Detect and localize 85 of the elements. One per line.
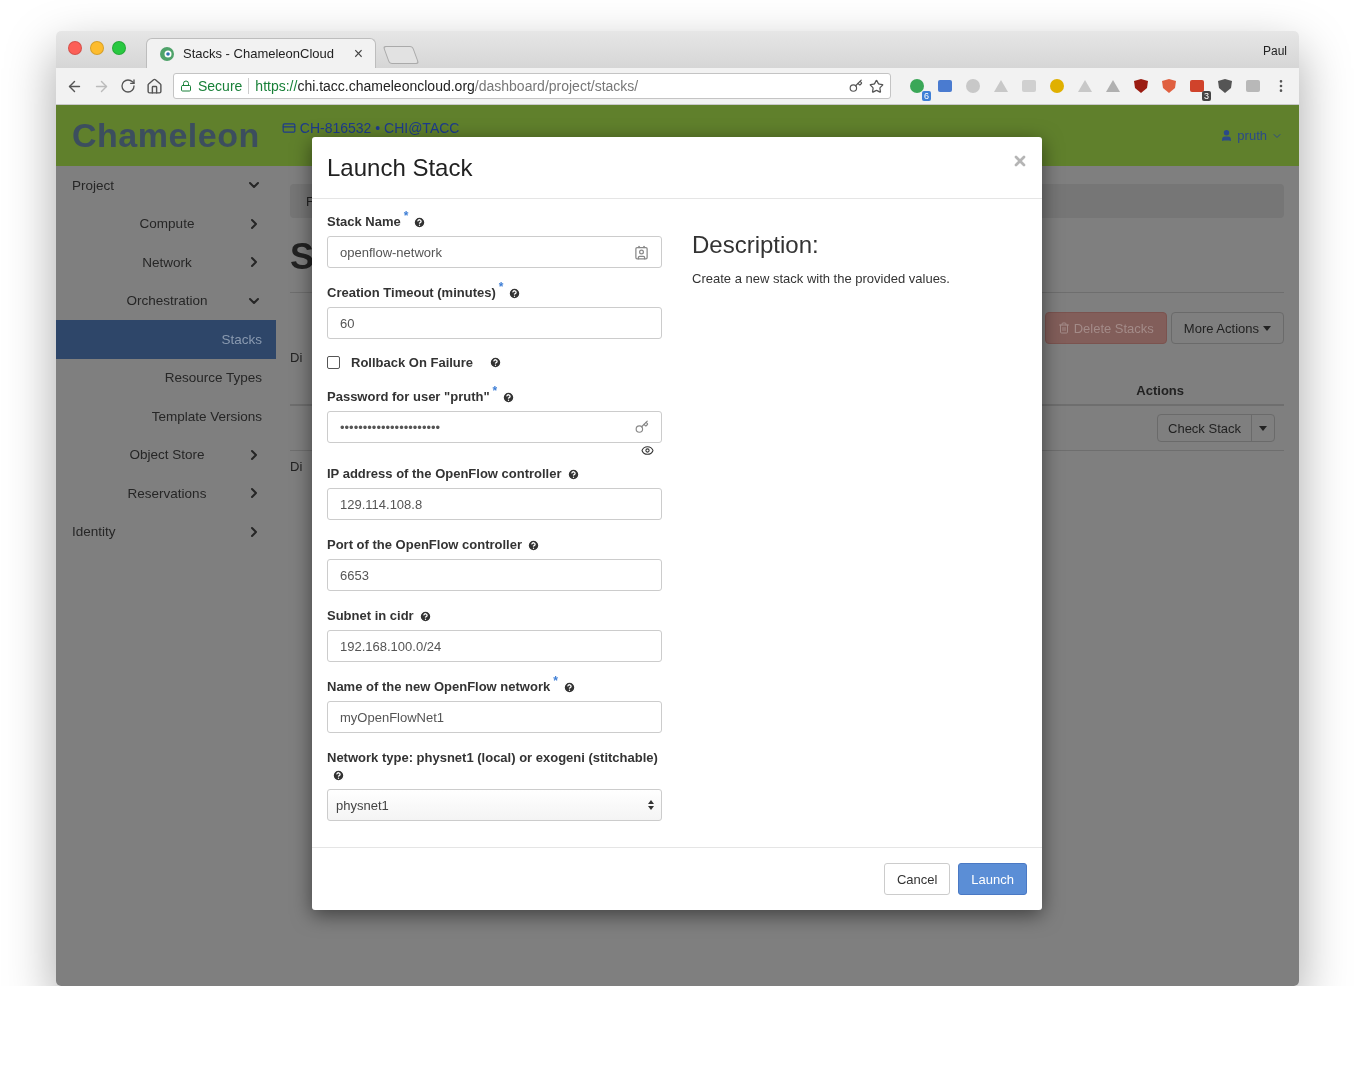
field-label: Password for user "pruth": [327, 389, 490, 404]
text-field[interactable]: 129.114.108.8: [327, 488, 662, 520]
required-mark: *: [492, 384, 498, 398]
close-tab-button[interactable]: ×: [353, 44, 363, 63]
password-field[interactable]: ••••••••••••••••••••••: [327, 411, 662, 443]
sidebar-item[interactable]: Stacks: [56, 320, 276, 359]
sidebar-item[interactable]: Identity: [56, 512, 276, 551]
help-icon: [418, 610, 432, 624]
new-tab-button[interactable]: [382, 46, 420, 64]
browser-tab[interactable]: Stacks - ChameleonCloud ×: [146, 38, 376, 68]
card-icon: [281, 120, 296, 135]
help-icon: [508, 287, 522, 301]
text-field[interactable]: openflow-network: [327, 236, 662, 268]
tab-title: Stacks - ChameleonCloud: [183, 46, 336, 61]
text-field[interactable]: myOpenFlowNet1: [327, 701, 662, 733]
shield-icon[interactable]: [1133, 78, 1149, 94]
up-down-arrows-icon: [647, 799, 655, 811]
url-text: https://chi.tacc.chameleoncloud.org/dashboard/project/stacks/: [255, 78, 640, 94]
chameleon-logo-icon: [159, 45, 175, 62]
checkbox-label: Rollback On Failure: [351, 355, 474, 370]
column-header: Actions: [1136, 383, 1184, 398]
text-field[interactable]: 192.168.100.0/24: [327, 630, 662, 662]
sidebar-item[interactable]: Template Versions: [56, 397, 276, 436]
caret-icon: [1263, 325, 1271, 331]
sidebar-item[interactable]: Compute: [56, 204, 276, 243]
dialog-title: Launch Stack: [327, 153, 473, 182]
help-icon: [332, 769, 345, 783]
sidebar-item[interactable]: Resource Types: [56, 358, 276, 397]
cancel-button[interactable]: Cancel: [883, 863, 951, 895]
count-badge: 3: [1202, 91, 1211, 101]
help-icon: [562, 681, 576, 695]
home-icon[interactable]: [146, 77, 163, 95]
field-label: IP address of the OpenFlow controller: [327, 466, 562, 481]
sidebar-item[interactable]: Network: [56, 243, 276, 282]
select-field[interactable]: physnet1: [327, 789, 662, 821]
key-icon[interactable]: [849, 79, 863, 93]
count-badge: 6: [922, 91, 931, 101]
help-icon: [502, 391, 516, 405]
help-icon: [566, 468, 580, 482]
help-icon: [489, 356, 503, 369]
help-icon: [527, 539, 540, 553]
description-text: Create a new stack with the provided values.: [692, 271, 950, 286]
sidebar-item[interactable]: Orchestration: [56, 281, 276, 320]
filter-text: Di: [290, 350, 303, 365]
sidebar-item[interactable]: Reservations: [56, 474, 276, 513]
square-icon[interactable]: [937, 78, 953, 94]
window-minimize-button[interactable]: [90, 40, 104, 55]
more-actions-button[interactable]: More Actions: [1170, 312, 1284, 344]
contact-card-icon: [634, 244, 649, 260]
field-label: Subnet in cidr: [327, 608, 414, 623]
launch-button[interactable]: Launch: [958, 863, 1027, 895]
user-icon: [1220, 129, 1234, 142]
help-icon: [413, 216, 427, 230]
triangle-icon[interactable]: [1105, 78, 1121, 94]
checkbox[interactable]: [327, 356, 340, 369]
text-field[interactable]: 60: [327, 307, 662, 339]
project-selector[interactable]: CH-816532 • CHI@TACC: [281, 119, 460, 136]
trash-icon: [1057, 322, 1070, 334]
secure-label: Secure: [198, 78, 250, 94]
sidebar-item[interactable]: Project: [56, 166, 276, 205]
field-label: Name of the new OpenFlow network: [327, 679, 551, 694]
caret-icon: [1259, 425, 1267, 431]
key-icon: [635, 420, 649, 434]
square-icon[interactable]: [1189, 78, 1205, 94]
required-mark: *: [553, 674, 558, 688]
sidebar-item[interactable]: Object Store: [56, 435, 276, 474]
window-close-button[interactable]: [68, 40, 82, 55]
bookmark-star-icon[interactable]: [869, 78, 884, 94]
field-label: Network type: physnet1 (local) or exogeni (stitchable): [327, 750, 658, 765]
footer-text: Di: [290, 459, 303, 474]
window-zoom-button[interactable]: [112, 40, 126, 55]
reload-icon[interactable]: [120, 78, 136, 94]
shield-icon[interactable]: [1217, 78, 1233, 94]
lock-icon: [180, 80, 192, 92]
eye-icon[interactable]: [641, 444, 654, 457]
field-label: Port of the OpenFlow controller: [327, 537, 522, 552]
description-heading: Description:: [692, 231, 820, 259]
circle-icon[interactable]: [909, 78, 925, 94]
shield-icon[interactable]: [1161, 78, 1177, 94]
profile-name[interactable]: Paul: [1262, 44, 1287, 58]
required-mark: *: [498, 280, 504, 294]
close-icon[interactable]: [1012, 153, 1028, 169]
address-bar[interactable]: Secure https://chi.tacc.chameleoncloud.org/dashboard/project/stacks/: [173, 73, 891, 99]
circle-icon[interactable]: [1049, 78, 1065, 94]
text-field[interactable]: 6653: [327, 559, 662, 591]
